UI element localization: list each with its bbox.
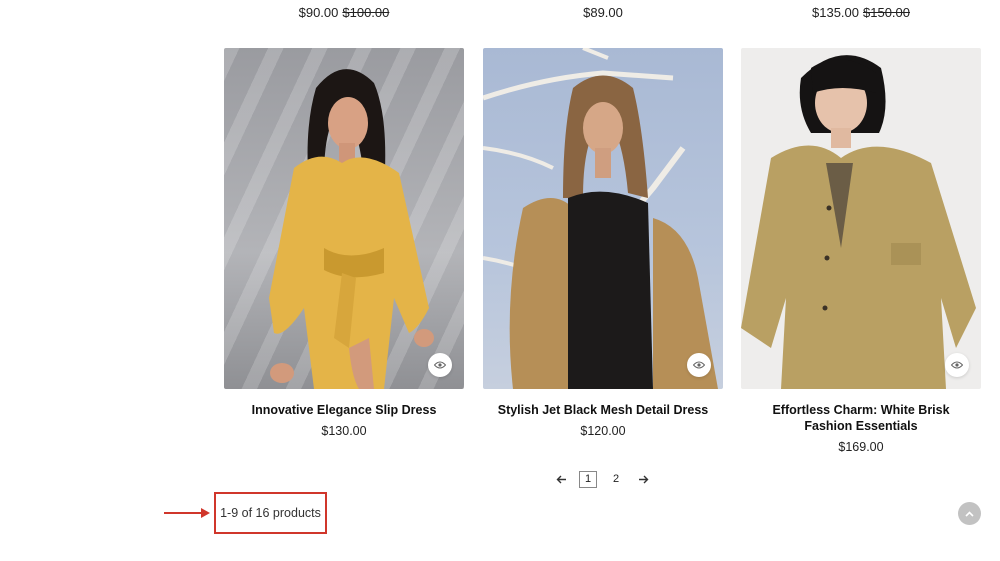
product-price: $120.00	[580, 424, 626, 438]
product-image[interactable]	[483, 48, 723, 389]
red-arrow-icon	[164, 508, 210, 518]
product-card[interactable]: Stylish Jet Black Mesh Detail Dress $120…	[483, 48, 723, 438]
quick-view-button[interactable]	[687, 353, 711, 377]
page-1-button[interactable]: 1	[579, 470, 597, 488]
eye-icon	[951, 361, 963, 369]
prev-product-price-3: $135.00 $150.00	[741, 5, 981, 20]
product-title[interactable]: Stylish Jet Black Mesh Detail Dress	[483, 402, 723, 418]
chevron-up-icon	[965, 510, 974, 517]
eye-icon	[434, 361, 446, 369]
price-current: $89.00	[583, 5, 623, 20]
prev-product-price-2: $89.00	[483, 5, 723, 20]
product-price: $130.00	[321, 424, 367, 438]
results-count: 1-9 of 16 products	[220, 506, 321, 520]
price-current: $90.00	[298, 5, 339, 20]
price-current: $135.00	[812, 5, 859, 20]
next-page-button[interactable]	[630, 470, 656, 488]
price-old: $100.00	[342, 5, 390, 20]
results-count-highlight: 1-9 of 16 products	[214, 492, 327, 534]
price-old: $150.00	[863, 5, 910, 20]
eye-icon	[693, 361, 705, 369]
collection-page: $90.00 $100.00 $89.00 $135.00 $150.00 In…	[0, 0, 1000, 561]
product-image[interactable]	[224, 48, 464, 389]
product-card[interactable]: Effortless Charm: White Brisk Fashion Es…	[741, 48, 981, 454]
product-price: $169.00	[838, 440, 884, 454]
prev-page-button[interactable]	[548, 470, 574, 488]
product-photo	[741, 55, 976, 389]
product-title[interactable]: Effortless Charm: White Brisk Fashion Es…	[741, 402, 981, 434]
arrow-right-icon	[638, 475, 648, 483]
page-2-button[interactable]: 2	[607, 471, 625, 488]
quick-view-button[interactable]	[945, 353, 969, 377]
product-card[interactable]: Innovative Elegance Slip Dress $130.00	[224, 48, 464, 438]
product-title[interactable]: Innovative Elegance Slip Dress	[224, 402, 464, 418]
arrow-left-icon	[556, 475, 566, 483]
back-to-top-button[interactable]	[958, 502, 981, 525]
pagination: 1 2	[548, 470, 656, 488]
product-image[interactable]	[741, 48, 981, 389]
product-photo	[269, 69, 434, 389]
prev-product-price-1: $90.00 $100.00	[224, 5, 464, 20]
product-photo	[483, 48, 718, 389]
quick-view-button[interactable]	[428, 353, 452, 377]
